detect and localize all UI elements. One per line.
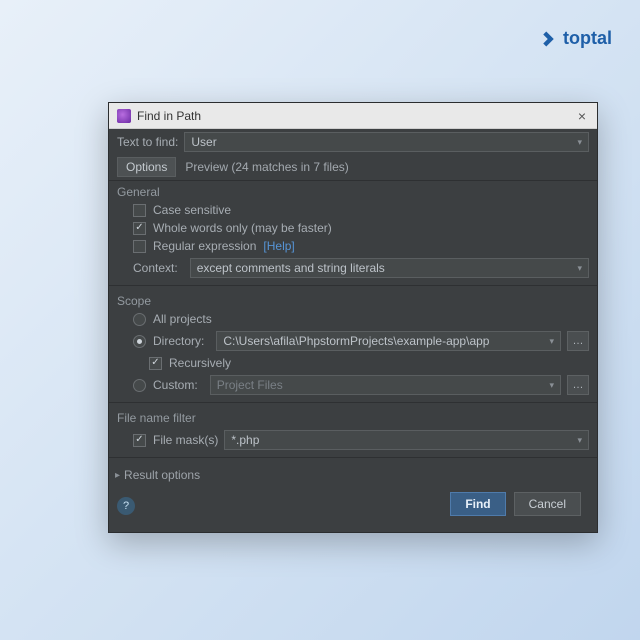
radio-directory[interactable]: Directory: [133, 334, 210, 348]
file-mask-input[interactable]: *.php ▾ [224, 430, 589, 450]
edit-custom-scope-button[interactable]: … [567, 375, 589, 395]
directory-input[interactable]: C:\Users\afila\PhpstormProjects\example-… [216, 331, 561, 351]
text-to-find-label: Text to find: [117, 135, 178, 149]
checkbox-icon [133, 240, 146, 253]
context-label: Context: [133, 261, 178, 275]
directory-label: Directory: [153, 334, 204, 348]
dialog-titlebar: Find in Path × [109, 103, 597, 129]
chevron-down-icon: ▾ [577, 137, 582, 148]
brand-logo: toptal [541, 28, 612, 49]
radio-icon [133, 313, 146, 326]
radio-all-projects[interactable]: All projects [109, 310, 597, 328]
tab-preview[interactable]: Preview (24 matches in 7 files) [176, 157, 357, 177]
brand-name: toptal [563, 28, 612, 49]
checkbox-recursively[interactable]: Recursively [109, 354, 597, 372]
context-select[interactable]: except comments and string literals ▾ [190, 258, 589, 278]
custom-label: Custom: [153, 378, 198, 392]
custom-scope-select[interactable]: Project Files ▾ [210, 375, 561, 395]
find-button[interactable]: Find [450, 492, 505, 516]
browse-directory-button[interactable]: … [567, 331, 589, 351]
cancel-button[interactable]: Cancel [514, 492, 581, 516]
chevron-down-icon: ▾ [577, 263, 582, 274]
checkbox-regex[interactable]: Regular expression [Help] [109, 237, 597, 255]
section-scope: Scope [109, 290, 597, 310]
section-file-filter: File name filter [109, 407, 597, 427]
help-button[interactable]: ? [117, 497, 135, 515]
radio-icon [133, 379, 146, 392]
chevron-down-icon: ▾ [577, 435, 582, 446]
close-icon[interactable]: × [575, 108, 589, 124]
section-general: General [109, 181, 597, 201]
chevron-right-icon: ▸ [115, 470, 120, 481]
regex-help-link[interactable]: [Help] [263, 239, 294, 253]
context-value: except comments and string literals [197, 261, 385, 275]
directory-value: C:\Users\afila\PhpstormProjects\example-… [223, 334, 489, 348]
chevron-down-icon: ▾ [549, 380, 554, 391]
checkbox-icon [133, 434, 146, 447]
radio-custom[interactable]: Custom: [133, 378, 204, 392]
toptal-icon [541, 30, 559, 48]
phpstorm-icon [117, 109, 131, 123]
checkbox-icon [149, 357, 162, 370]
radio-icon [133, 335, 146, 348]
checkbox-case-sensitive[interactable]: Case sensitive [109, 201, 597, 219]
checkbox-icon [133, 204, 146, 217]
text-to-find-value: User [191, 135, 216, 149]
custom-value: Project Files [217, 378, 283, 392]
tab-options[interactable]: Options [117, 157, 176, 177]
chevron-down-icon: ▾ [549, 336, 554, 347]
file-mask-value: *.php [231, 433, 259, 447]
find-in-path-dialog: Find in Path × Text to find: User ▾ Opti… [108, 102, 598, 533]
checkbox-whole-words[interactable]: Whole words only (may be faster) [109, 219, 597, 237]
checkbox-file-mask[interactable]: File mask(s) [133, 433, 218, 447]
text-to-find-input[interactable]: User ▾ [184, 132, 589, 152]
result-options-section[interactable]: ▸ Result options [109, 462, 597, 484]
dialog-title: Find in Path [137, 109, 575, 123]
checkbox-icon [133, 222, 146, 235]
